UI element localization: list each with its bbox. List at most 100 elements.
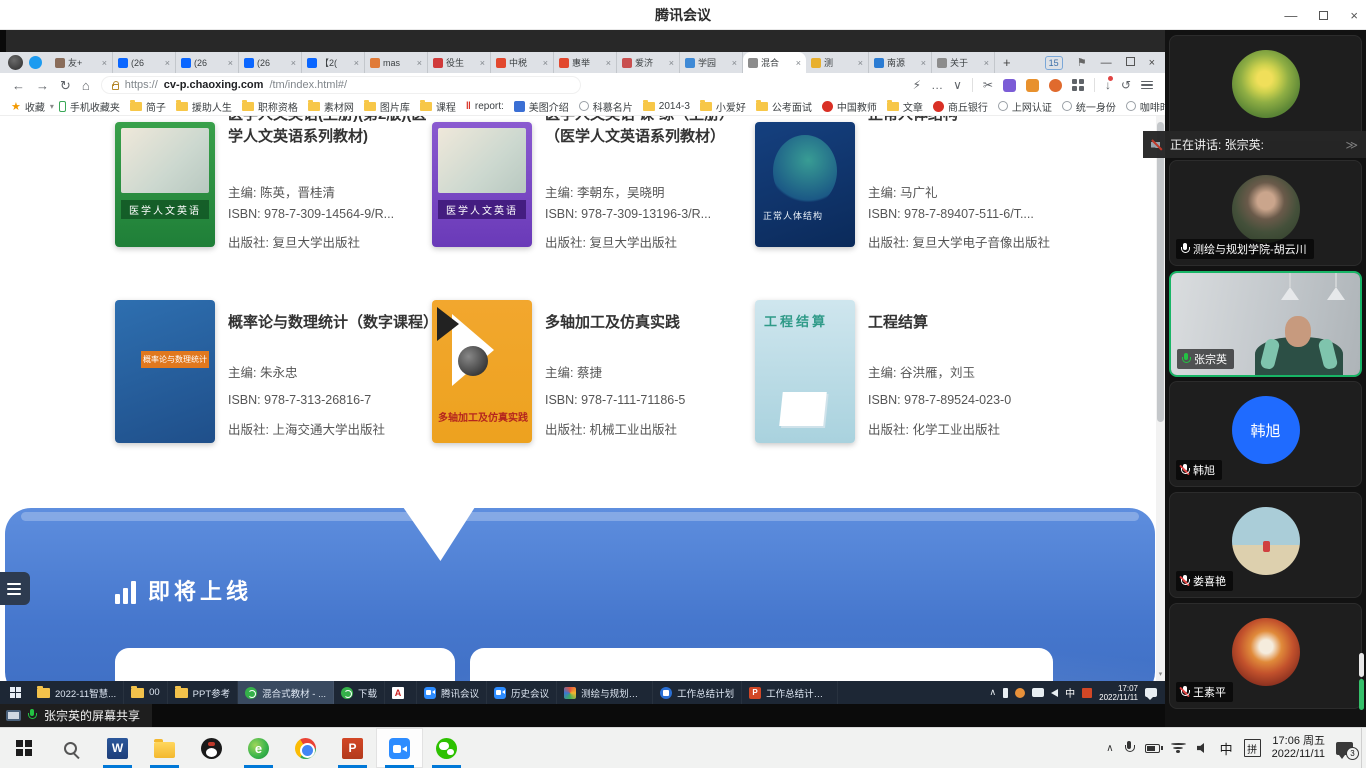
book-title[interactable]: 概率论与数理统计（数字课程） (228, 300, 433, 348)
raise-hand-icon[interactable]: ≫ (1345, 138, 1358, 152)
bookmark-item[interactable]: 上网认证 (993, 99, 1057, 114)
taskbar-app-button[interactable]: 2022-11智慧... (30, 681, 124, 704)
bookmark-item[interactable]: 职称资格 (237, 99, 303, 114)
bookmark-item[interactable]: 图片库 (359, 99, 415, 114)
book-card[interactable]: 工程结算 工程结算 主编: 谷洪雁，刘玉 ISBN: 978-7-89524-0… (755, 300, 1100, 475)
tab-close-icon[interactable]: × (921, 58, 926, 68)
game-extension-icon[interactable] (1049, 79, 1062, 92)
bookmark-item[interactable]: ★ 收藏 (6, 99, 50, 114)
book-title[interactable]: 工程结算 (868, 300, 1073, 348)
pinned-tab-icon[interactable] (29, 56, 42, 69)
tab-close-icon[interactable]: × (165, 58, 170, 68)
battery-icon[interactable] (1145, 744, 1160, 753)
browser-tab[interactable]: 关于 × (932, 52, 995, 73)
tab-close-icon[interactable]: × (984, 58, 989, 68)
bookmark-item[interactable]: 简子 (125, 99, 171, 114)
tray-app-icon[interactable] (1082, 688, 1092, 698)
taskbar-icon-chrome[interactable] (282, 728, 329, 768)
browser-tab[interactable]: 中税 × (491, 52, 554, 73)
taskbar-icon-powerpoint[interactable] (329, 728, 376, 768)
speaker-muted-icon[interactable] (1151, 139, 1163, 151)
bookmark-item[interactable]: 素材网 (303, 99, 359, 114)
participant-tile[interactable]: 韩旭 韩旭 (1169, 381, 1362, 487)
browser-tab[interactable]: 南源 × (869, 52, 932, 73)
taskbar-app-button[interactable]: 测绘与规划学... (557, 681, 653, 704)
taskbar-icon-explorer[interactable] (141, 728, 188, 768)
taskbar-app-button[interactable]: PPT参考 (168, 681, 238, 704)
browser-tab[interactable]: 友+ × (50, 52, 113, 73)
more-icon[interactable]: … (931, 78, 943, 92)
close-button[interactable]: × (1350, 8, 1358, 23)
tray-chevron-icon[interactable]: ∧ (990, 687, 997, 698)
flag-icon[interactable]: ⚑ (1077, 56, 1087, 69)
scrollbar-down-arrow[interactable]: ▾ (1156, 669, 1165, 681)
participants-scrollbar-track[interactable] (1359, 653, 1364, 677)
book-card[interactable]: 概率论与数理统计 概率论与数理统计（数字课程） 主编: 朱永忠 ISBN: 97… (115, 300, 460, 475)
book-cover[interactable]: 工程结算 (755, 300, 855, 443)
bookmark-item[interactable]: 援助人生 (171, 99, 237, 114)
taskbar-app-button[interactable]: 混合式教材 - ... (238, 681, 334, 704)
participant-tile[interactable] (1169, 35, 1362, 141)
tab-count-badge[interactable]: 15 (1045, 56, 1063, 70)
volume-icon[interactable] (1051, 689, 1058, 697)
browser-tab[interactable]: (26 × (176, 52, 239, 73)
browser-close-button[interactable]: × (1149, 57, 1155, 69)
browser-tab[interactable]: mas × (365, 52, 428, 73)
browser-tab[interactable]: 惠举 × (554, 52, 617, 73)
browser-tab[interactable]: (26 × (113, 52, 176, 73)
taskbar-app-button[interactable]: 工作总结计划... (742, 681, 838, 704)
book-cover[interactable]: 概率论与数理统计 (115, 300, 215, 443)
reload-icon[interactable]: ↻ (60, 79, 71, 92)
bookmark-item[interactable]: 中国教师 (817, 99, 882, 114)
new-tab-button[interactable]: + (995, 55, 1019, 70)
action-center-icon[interactable]: 3 (1336, 742, 1353, 755)
tray-chevron-icon[interactable]: ∧ (1106, 743, 1113, 754)
taskbar-app-button[interactable]: 工作总结计划 (653, 681, 742, 704)
tab-close-icon[interactable]: × (354, 58, 359, 68)
participant-tile[interactable]: 张宗英 (1169, 271, 1362, 377)
browser-logo-icon[interactable] (8, 55, 23, 70)
dropdown-icon[interactable]: ∨ (953, 78, 962, 92)
shared-clock[interactable]: 17:07 2022/11/11 (1099, 684, 1138, 702)
bookmark-item[interactable]: 文章 (882, 99, 928, 114)
taskbar-app-button[interactable]: 00 (124, 681, 168, 704)
page-scrollbar[interactable]: ▾ (1156, 116, 1165, 681)
book-card[interactable]: 医学人文英语 医学人文英语(上册)(第2版)(医学人文英语系列教材) 主编: 陈… (115, 116, 460, 279)
taskbar-app-button[interactable]: 历史会议 (487, 681, 557, 704)
address-bar[interactable]: https://cv-p.chaoxing.com/tm/index.html#… (101, 76, 581, 94)
taskbar-icon-wechat[interactable] (423, 728, 470, 768)
ime-language-indicator[interactable]: 中 (1065, 685, 1075, 700)
ime-mode-indicator[interactable]: 拼 (1244, 739, 1261, 757)
browser-tab[interactable]: (26 × (239, 52, 302, 73)
menu-icon[interactable] (1141, 81, 1153, 90)
browser-tab[interactable]: 学园 × (680, 52, 743, 73)
restore-button[interactable] (1319, 8, 1328, 23)
participant-tile[interactable]: 测绘与规划学院-胡云川 (1169, 160, 1362, 266)
tab-close-icon[interactable]: × (291, 58, 296, 68)
bookmark-item[interactable]: ‖ report: (461, 101, 509, 112)
notification-icon[interactable] (1145, 688, 1157, 697)
browser-tab[interactable]: 役生 × (428, 52, 491, 73)
forward-icon[interactable]: → (36, 79, 49, 92)
bookmark-item[interactable]: 手机收藏夹 (54, 99, 125, 114)
participants-scrollbar-thumb[interactable] (1359, 679, 1364, 710)
tab-close-icon[interactable]: × (417, 58, 422, 68)
taskbar-app-button[interactable] (385, 681, 417, 704)
download-icon[interactable]: ↓ (1105, 78, 1111, 92)
show-desktop-button[interactable] (1361, 728, 1366, 768)
tab-close-icon[interactable]: × (796, 58, 801, 68)
book-cover[interactable]: 正常人体结构 (755, 122, 855, 247)
browser-tab[interactable]: 【2( × (302, 52, 365, 73)
taskbar-icon-meeting[interactable] (376, 728, 423, 768)
tab-close-icon[interactable]: × (228, 58, 233, 68)
purple-extension-icon[interactable] (1003, 79, 1016, 92)
tab-close-icon[interactable]: × (732, 58, 737, 68)
browser-tab[interactable]: 爱济 × (617, 52, 680, 73)
tab-close-icon[interactable]: × (669, 58, 674, 68)
bookmark-item[interactable]: 统一身份 (1057, 99, 1121, 114)
book-cover[interactable]: 多轴加工及仿真实践 (432, 300, 532, 443)
book-title[interactable]: 医学人文英语(上册)(第2版)(医学人文英语系列教材) (228, 116, 433, 148)
book-title[interactable]: 正常人体结构 (868, 116, 1073, 126)
book-cover[interactable]: 医学人文英语 (432, 122, 532, 247)
bookmark-item[interactable]: 小爱好 (695, 99, 751, 114)
